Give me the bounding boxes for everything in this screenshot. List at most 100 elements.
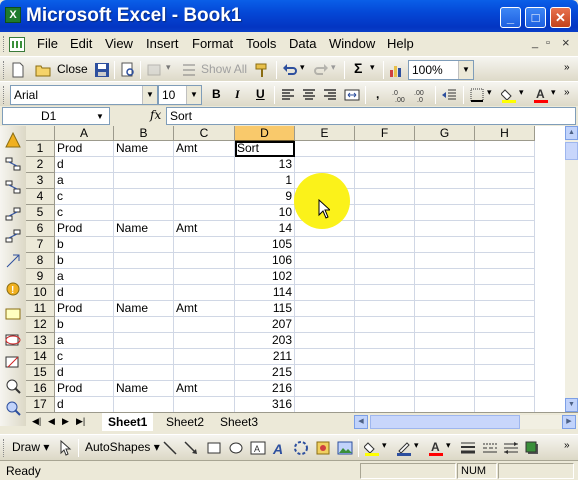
cell-h7[interactable] (475, 237, 535, 253)
row-header[interactable]: 17 (26, 397, 55, 412)
cell-g3[interactable] (415, 173, 475, 189)
cell-f7[interactable] (355, 237, 415, 253)
menu-tools[interactable]: Tools (246, 36, 276, 51)
italic-button[interactable]: I (235, 87, 240, 102)
cell-c10[interactable] (174, 285, 235, 301)
cell-b1[interactable]: Name (114, 141, 174, 157)
cell-f10[interactable] (355, 285, 415, 301)
cell-a2[interactable]: d (55, 157, 114, 173)
cell-g11[interactable] (415, 301, 475, 317)
show-all-button[interactable]: Show All (201, 62, 247, 76)
insert-picture-icon[interactable] (337, 440, 353, 456)
cell-f9[interactable] (355, 269, 415, 285)
remove-dependent-arrows-icon[interactable] (5, 228, 21, 244)
cell-g15[interactable] (415, 365, 475, 381)
decrease-decimal-icon[interactable]: .00.0 (414, 87, 430, 103)
cell-f15[interactable] (355, 365, 415, 381)
undo-icon[interactable] (282, 62, 298, 78)
column-header-a[interactable]: A (55, 126, 114, 141)
cell-d10[interactable]: 114 (235, 285, 295, 301)
cell-h17[interactable] (475, 397, 535, 412)
cell-e1[interactable] (295, 141, 355, 157)
column-header-g[interactable]: G (415, 126, 475, 141)
cell-a6[interactable]: Prod (55, 221, 114, 237)
cell-h5[interactable] (475, 205, 535, 221)
cell-b8[interactable] (114, 253, 174, 269)
cell-c8[interactable] (174, 253, 235, 269)
formula-input[interactable]: Sort (166, 107, 576, 125)
font-color-dropdown-icon[interactable]: ▾ (446, 440, 451, 451)
align-left-icon[interactable] (280, 87, 296, 103)
cell-b14[interactable] (114, 349, 174, 365)
zoom-dropdown[interactable]: 100% ▼ (408, 60, 474, 80)
cell-c17[interactable] (174, 397, 235, 412)
close-button[interactable]: ✕ (550, 7, 571, 28)
new-comment-icon[interactable] (5, 307, 21, 323)
row-header[interactable]: 15 (26, 365, 55, 381)
cell-f5[interactable] (355, 205, 415, 221)
research-icon[interactable] (146, 62, 162, 78)
cell-e17[interactable] (295, 397, 355, 412)
cell-b16[interactable]: Name (114, 381, 174, 397)
next-sheet-icon[interactable]: ▶ (62, 416, 69, 427)
row-header[interactable]: 8 (26, 253, 55, 269)
previous-sheet-icon[interactable]: ◀ (48, 416, 55, 427)
cell-d6[interactable]: 14 (235, 221, 295, 237)
row-header[interactable]: 2 (26, 157, 55, 173)
cell-f8[interactable] (355, 253, 415, 269)
menu-insert[interactable]: Insert (146, 36, 179, 51)
cell-b15[interactable] (114, 365, 174, 381)
tab-sheet3[interactable]: Sheet3 (214, 413, 264, 431)
cell-g7[interactable] (415, 237, 475, 253)
cell-c4[interactable] (174, 189, 235, 205)
trace-dependents-icon[interactable] (5, 206, 21, 222)
menu-view[interactable]: View (105, 36, 133, 51)
fill-color-dropdown-icon[interactable]: ▾ (519, 87, 524, 98)
row-header[interactable]: 12 (26, 317, 55, 333)
scroll-left-icon[interactable]: ◀ (354, 415, 368, 429)
cell-c12[interactable] (174, 317, 235, 333)
cell-c3[interactable] (174, 173, 235, 189)
cell-g4[interactable] (415, 189, 475, 205)
cell-b12[interactable] (114, 317, 174, 333)
row-header[interactable]: 4 (26, 189, 55, 205)
cell-e10[interactable] (295, 285, 355, 301)
scroll-down-icon[interactable]: ▼ (565, 398, 578, 412)
cell-d12[interactable]: 207 (235, 317, 295, 333)
cell-h2[interactable] (475, 157, 535, 173)
menu-file[interactable]: File (37, 36, 58, 51)
cell-a11[interactable]: Prod (55, 301, 114, 317)
arrow-style-icon[interactable] (503, 440, 519, 456)
cell-e2[interactable] (295, 157, 355, 173)
cell-e11[interactable] (295, 301, 355, 317)
trace-precedents-icon[interactable] (5, 156, 21, 172)
increase-decimal-icon[interactable]: .0.00 (392, 87, 408, 103)
cell-h13[interactable] (475, 333, 535, 349)
select-all-corner[interactable] (26, 126, 55, 141)
line-style-icon[interactable] (460, 440, 476, 456)
cell-g16[interactable] (415, 381, 475, 397)
text-box-icon[interactable]: A (250, 440, 266, 456)
cell-g17[interactable] (415, 397, 475, 412)
error-check-icon[interactable] (5, 132, 21, 148)
cell-h8[interactable] (475, 253, 535, 269)
cell-b11[interactable]: Name (114, 301, 174, 317)
comma-style-button[interactable]: , (376, 87, 379, 101)
cell-e8[interactable] (295, 253, 355, 269)
column-header-h[interactable]: H (475, 126, 535, 141)
autosum-dropdown-icon[interactable]: ▾ (370, 62, 375, 73)
rectangle-icon[interactable] (206, 440, 222, 456)
vertical-scrollbar[interactable]: ▲ ▼ (565, 126, 578, 412)
cell-h6[interactable] (475, 221, 535, 237)
cell-b7[interactable] (114, 237, 174, 253)
line-color-icon[interactable] (396, 440, 412, 456)
font-size-dropdown[interactable]: 10 ▼ (158, 85, 202, 105)
column-header-e[interactable]: E (295, 126, 355, 141)
cell-e12[interactable] (295, 317, 355, 333)
cell-f13[interactable] (355, 333, 415, 349)
bold-button[interactable]: B (212, 87, 221, 101)
cell-c11[interactable]: Amt (174, 301, 235, 317)
font-color-dropdown-icon[interactable]: ▾ (551, 87, 556, 98)
cell-c9[interactable] (174, 269, 235, 285)
cell-f16[interactable] (355, 381, 415, 397)
